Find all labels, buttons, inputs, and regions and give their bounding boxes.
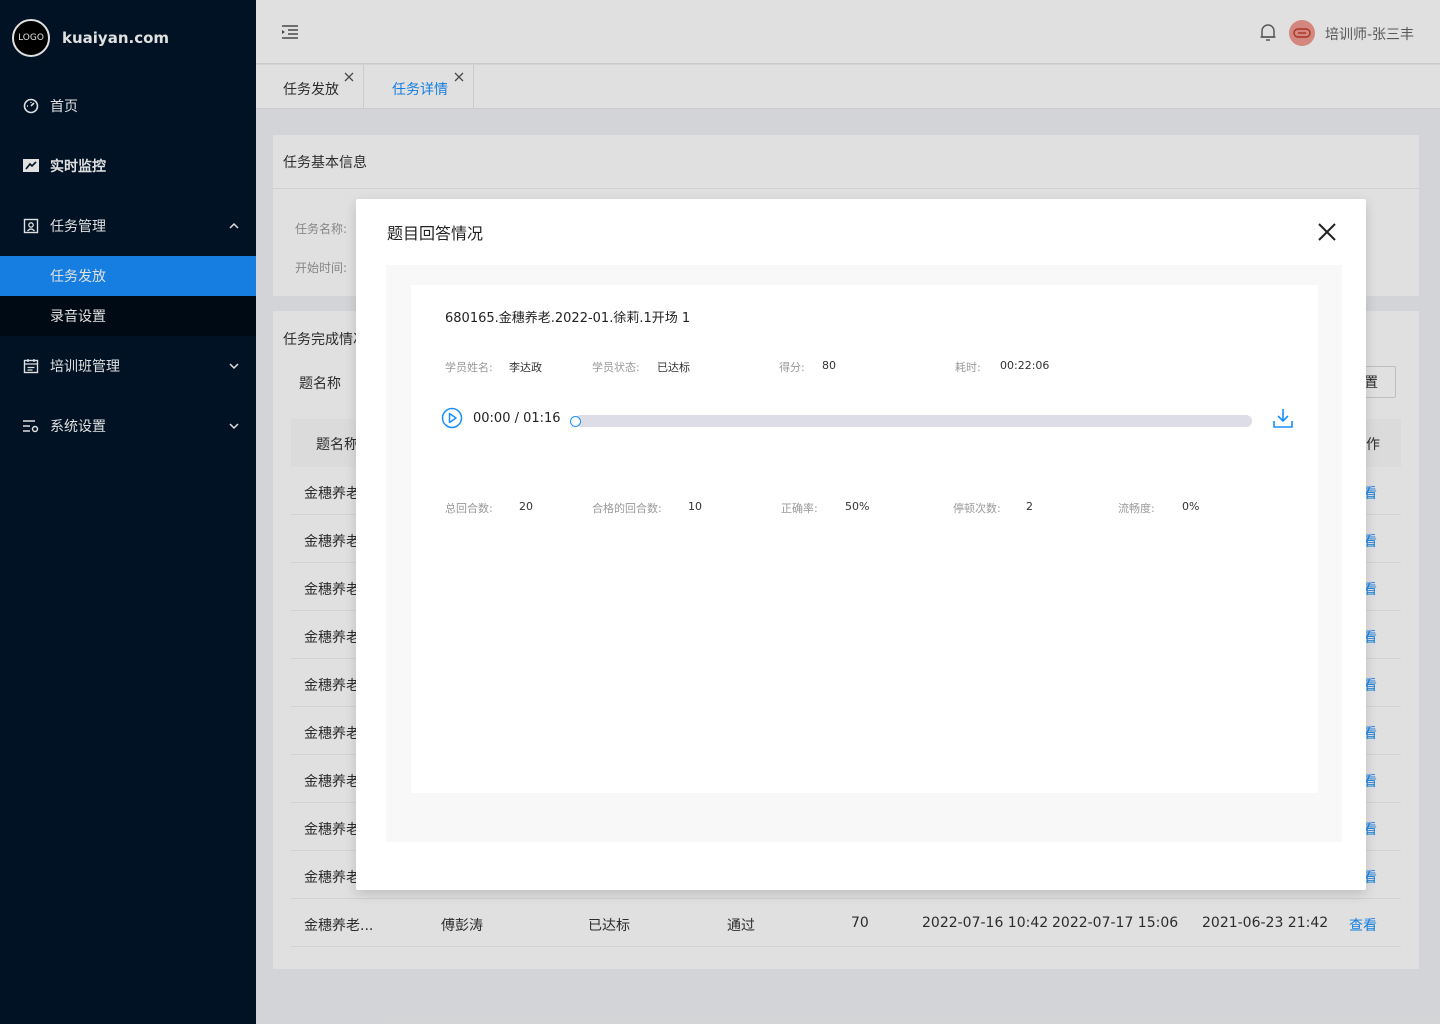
fluency-label: 流畅度: — [1118, 502, 1155, 515]
qualified-rounds-label: 合格的回合数: — [592, 502, 662, 515]
download-icon[interactable] — [1272, 407, 1294, 429]
score-value: 80 — [822, 359, 836, 372]
accuracy-label: 正确率: — [781, 502, 818, 515]
item-title: 680165.金穗养老.2022-01.徐莉.1开场 1 — [445, 311, 691, 326]
play-icon[interactable] — [441, 407, 463, 429]
answer-card: 680165.金穗养老.2022-01.徐莉.1开场 1 学员姓名: 李达政 学… — [411, 285, 1318, 793]
fluency: 0% — [1182, 500, 1200, 513]
modal-body: 680165.金穗养老.2022-01.徐莉.1开场 1 学员姓名: 李达政 学… — [386, 265, 1342, 842]
student-status: 已达标 — [657, 361, 690, 374]
student-name: 李达政 — [509, 361, 542, 374]
pauses-label: 停顿次数: — [953, 502, 1001, 515]
progress-track[interactable] — [575, 415, 1252, 427]
pauses: 2 — [1026, 500, 1033, 513]
qualified-rounds: 10 — [688, 500, 702, 513]
playback-time: 00:00 / 01:16 — [473, 411, 561, 426]
modal-title: 题目回答情况 — [387, 224, 484, 243]
total-rounds: 20 — [519, 500, 533, 513]
duration-label: 耗时: — [955, 361, 981, 374]
score-label: 得分: — [779, 361, 805, 374]
accuracy: 50% — [845, 500, 870, 513]
student-status-label: 学员状态: — [592, 361, 640, 374]
student-name-label: 学员姓名: — [445, 361, 493, 374]
duration-value: 00:22:06 — [1000, 359, 1050, 372]
close-icon[interactable] — [1316, 221, 1338, 243]
progress-handle[interactable] — [570, 416, 581, 427]
total-rounds-label: 总回合数: — [445, 502, 493, 515]
answer-detail-modal: 题目回答情况 680165.金穗养老.2022-01.徐莉.1开场 1 学员姓名… — [356, 199, 1366, 890]
